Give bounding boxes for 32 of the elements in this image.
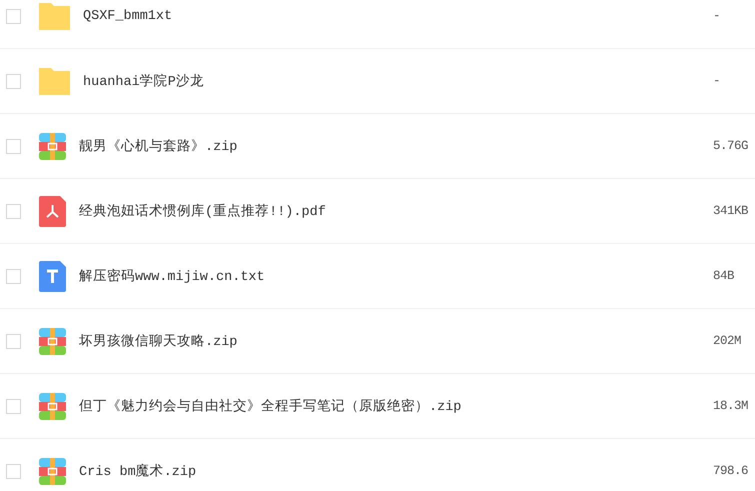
checkbox[interactable] [6,74,21,88]
checkbox[interactable] [6,204,21,218]
file-size: 5.76G [713,139,750,153]
archive-icon [39,328,66,354]
archive-icon [39,458,66,484]
file-name[interactable]: Cris bm魔术.zip [79,462,713,480]
archive-icon [39,392,66,420]
file-name[interactable]: huanhai学院P沙龙 [83,72,713,90]
checkbox[interactable] [6,138,21,154]
file-size: - [713,74,722,88]
file-name[interactable]: 靓男《心机与套路》.zip [79,137,713,155]
file-name[interactable]: 解压密码www.mijiw.cn.txt [79,267,713,285]
file-size: - [713,9,722,23]
file-size: 84B [713,269,736,283]
file-name[interactable]: 但丁《魅力约会与自由社交》全程手写笔记（原版绝密）.zip [79,397,713,415]
file-name[interactable]: 经典泡妞话术惯例库(重点推荐!!).pdf [79,202,713,220]
file-size: 18.3M [713,399,750,413]
checkbox[interactable] [6,8,21,24]
file-size: 798.6 [713,464,750,478]
checkbox[interactable] [6,268,21,284]
file-size: 341KB [713,204,750,218]
pdf-icon [39,196,66,226]
checkbox[interactable] [6,398,21,414]
archive-icon [39,132,66,160]
folder-icon [39,68,70,94]
checkbox[interactable] [6,334,21,348]
text-file-icon [39,260,66,292]
folder-icon [39,2,70,30]
file-name[interactable]: QSXF_bmm1xt [83,8,713,24]
file-name[interactable]: 坏男孩微信聊天攻略.zip [79,332,713,350]
checkbox[interactable] [6,464,21,478]
file-size: 202M [713,334,742,348]
